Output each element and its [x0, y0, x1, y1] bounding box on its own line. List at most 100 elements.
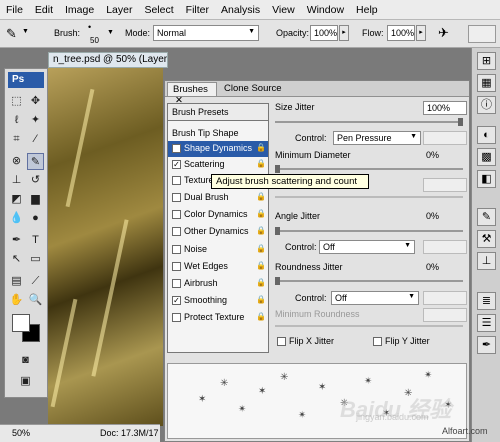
- lock-icon[interactable]: 🔒: [256, 295, 266, 304]
- opacity-field[interactable]: 100%: [310, 25, 338, 41]
- slice-tool-icon[interactable]: ⁄: [27, 131, 44, 148]
- checkbox-scattering[interactable]: ✓: [172, 160, 181, 169]
- roundness-control-select[interactable]: Off ▼: [331, 291, 419, 305]
- flip-y-jitter[interactable]: Flip Y Jitter: [369, 334, 459, 350]
- gradient-tool-icon[interactable]: ▆: [27, 191, 44, 208]
- lock-icon[interactable]: 🔒: [256, 261, 266, 270]
- healing-brush-icon[interactable]: ⊗: [8, 153, 25, 170]
- clone-stamp-icon[interactable]: ⊥: [8, 172, 25, 189]
- path-selection-icon[interactable]: ↖: [8, 251, 25, 268]
- roundness-jitter-slider[interactable]: [275, 280, 463, 282]
- list-item-shape-dynamics[interactable]: ✓ Shape Dynamics 🔒: [168, 141, 268, 157]
- size-jitter-field[interactable]: 100%: [423, 101, 467, 115]
- angle-jitter-knob[interactable]: [275, 227, 280, 235]
- brush-dot-icon[interactable]: •: [88, 22, 91, 32]
- lock-icon[interactable]: 🔒: [256, 244, 266, 253]
- lock-icon[interactable]: 🔒: [256, 209, 266, 218]
- blur-tool-icon[interactable]: 💧: [8, 210, 25, 227]
- menu-filter[interactable]: Filter: [186, 4, 209, 16]
- screen-mode-icon[interactable]: ▣: [17, 373, 34, 390]
- menu-edit[interactable]: Edit: [35, 4, 53, 16]
- type-tool-icon[interactable]: T: [27, 232, 44, 249]
- clone-source-icon[interactable]: ⊥: [477, 252, 496, 270]
- mode-select[interactable]: Normal ▼: [153, 25, 259, 41]
- brush-picker-icon[interactable]: ▼: [107, 29, 114, 36]
- checkbox-airbrush[interactable]: [172, 279, 181, 288]
- lock-icon[interactable]: 🔒: [256, 159, 266, 168]
- document-image[interactable]: [48, 68, 163, 426]
- crop-tool-icon[interactable]: ⌗: [8, 131, 25, 148]
- flow-slider-button[interactable]: ▸: [416, 25, 426, 41]
- menu-view[interactable]: View: [272, 4, 295, 16]
- move-tool-icon[interactable]: ✥: [27, 93, 44, 110]
- angle-jitter-slider[interactable]: [275, 230, 463, 232]
- menu-image[interactable]: Image: [65, 4, 94, 16]
- lock-icon[interactable]: 🔒: [256, 192, 266, 201]
- brushes-icon[interactable]: ✎: [477, 208, 496, 226]
- menu-select[interactable]: Select: [144, 4, 173, 16]
- hand-tool-icon[interactable]: ✋: [8, 292, 25, 309]
- quick-mask-icon[interactable]: ◙: [17, 352, 34, 369]
- document-title[interactable]: n_tree.psd @ 50% (Layer 12, RGB/8): [48, 52, 168, 68]
- checkbox-other-dynamics[interactable]: [172, 227, 181, 236]
- list-item-protect-texture[interactable]: Protect Texture 🔒: [168, 310, 268, 326]
- shape-tool-icon[interactable]: ▭: [27, 251, 44, 268]
- info-icon[interactable]: ⓘ: [477, 96, 496, 114]
- foreground-color-swatch[interactable]: [12, 314, 30, 332]
- list-item-dual-brush[interactable]: Dual Brush 🔒: [168, 190, 268, 206]
- brush-tool-icon[interactable]: ✎: [6, 26, 17, 42]
- list-item-noise[interactable]: Noise 🔒: [168, 242, 268, 258]
- layers-icon[interactable]: ≣: [477, 292, 496, 310]
- doc-info[interactable]: Doc: 17.3M/17: [100, 428, 159, 438]
- brush-tool-icon[interactable]: ✎: [27, 153, 44, 170]
- list-item-scattering[interactable]: ✓ Scattering 🔒: [168, 157, 268, 173]
- brush-presets-button[interactable]: Brush Presets: [168, 104, 268, 121]
- checkbox-texture[interactable]: [172, 176, 181, 185]
- menu-help[interactable]: Help: [356, 4, 378, 16]
- marquee-tool-icon[interactable]: ⬚: [8, 93, 25, 110]
- tool-presets-icon[interactable]: ⚒: [477, 230, 496, 248]
- brush-size[interactable]: 50: [90, 36, 99, 45]
- size-jitter-knob[interactable]: [458, 118, 463, 126]
- brush-tip-shape[interactable]: Brush Tip Shape: [172, 128, 239, 138]
- list-item-airbrush[interactable]: Airbrush 🔒: [168, 276, 268, 292]
- eyedropper-icon[interactable]: ⟋: [27, 273, 44, 290]
- size-control-select[interactable]: Pen Pressure ▼: [333, 131, 421, 145]
- menu-window[interactable]: Window: [307, 4, 344, 16]
- airbrush-icon[interactable]: ✈: [438, 25, 449, 41]
- tool-preset-dropdown-icon[interactable]: ▼: [22, 28, 29, 35]
- histogram-icon[interactable]: ▦: [477, 74, 496, 92]
- notes-tool-icon[interactable]: ▤: [8, 273, 25, 290]
- styles-icon[interactable]: ◧: [477, 170, 496, 188]
- roundness-jitter-knob[interactable]: [275, 277, 280, 285]
- color-icon[interactable]: ◐: [477, 126, 496, 144]
- checkbox-noise[interactable]: [172, 245, 181, 254]
- checkbox-smoothing[interactable]: ✓: [172, 296, 181, 305]
- min-diameter-slider[interactable]: [275, 168, 463, 170]
- opacity-slider-button[interactable]: ▸: [339, 25, 349, 41]
- checkbox-shape-dynamics[interactable]: ✓: [172, 144, 181, 153]
- zoom-tool-icon[interactable]: 🔍: [27, 292, 44, 309]
- lock-icon[interactable]: 🔒: [256, 226, 266, 235]
- lock-icon[interactable]: 🔒: [256, 312, 266, 321]
- palette-well[interactable]: [468, 25, 496, 43]
- dodge-tool-icon[interactable]: ●: [27, 210, 44, 227]
- flip-x-jitter[interactable]: Flip X Jitter: [273, 334, 363, 350]
- checkbox-dual-brush[interactable]: [172, 193, 181, 202]
- eraser-tool-icon[interactable]: ◩: [8, 191, 25, 208]
- list-item-wet-edges[interactable]: Wet Edges 🔒: [168, 259, 268, 275]
- lasso-tool-icon[interactable]: ℓ: [8, 112, 25, 129]
- menu-analysis[interactable]: Analysis: [221, 4, 260, 16]
- zoom-level[interactable]: 50%: [12, 428, 30, 438]
- checkbox-flip-y[interactable]: [373, 337, 382, 346]
- channels-icon[interactable]: ☰: [477, 314, 496, 332]
- history-brush-icon[interactable]: ↺: [27, 172, 44, 189]
- checkbox-color-dynamics[interactable]: [172, 210, 181, 219]
- list-item-smoothing[interactable]: ✓ Smoothing 🔒: [168, 293, 268, 309]
- tab-clone-source[interactable]: Clone Source: [219, 82, 287, 96]
- min-diameter-knob[interactable]: [275, 165, 280, 173]
- paths-icon[interactable]: ✒: [477, 336, 496, 354]
- flow-field[interactable]: 100%: [387, 25, 415, 41]
- lock-icon[interactable]: 🔒: [256, 143, 266, 152]
- checkbox-wet-edges[interactable]: [172, 262, 181, 271]
